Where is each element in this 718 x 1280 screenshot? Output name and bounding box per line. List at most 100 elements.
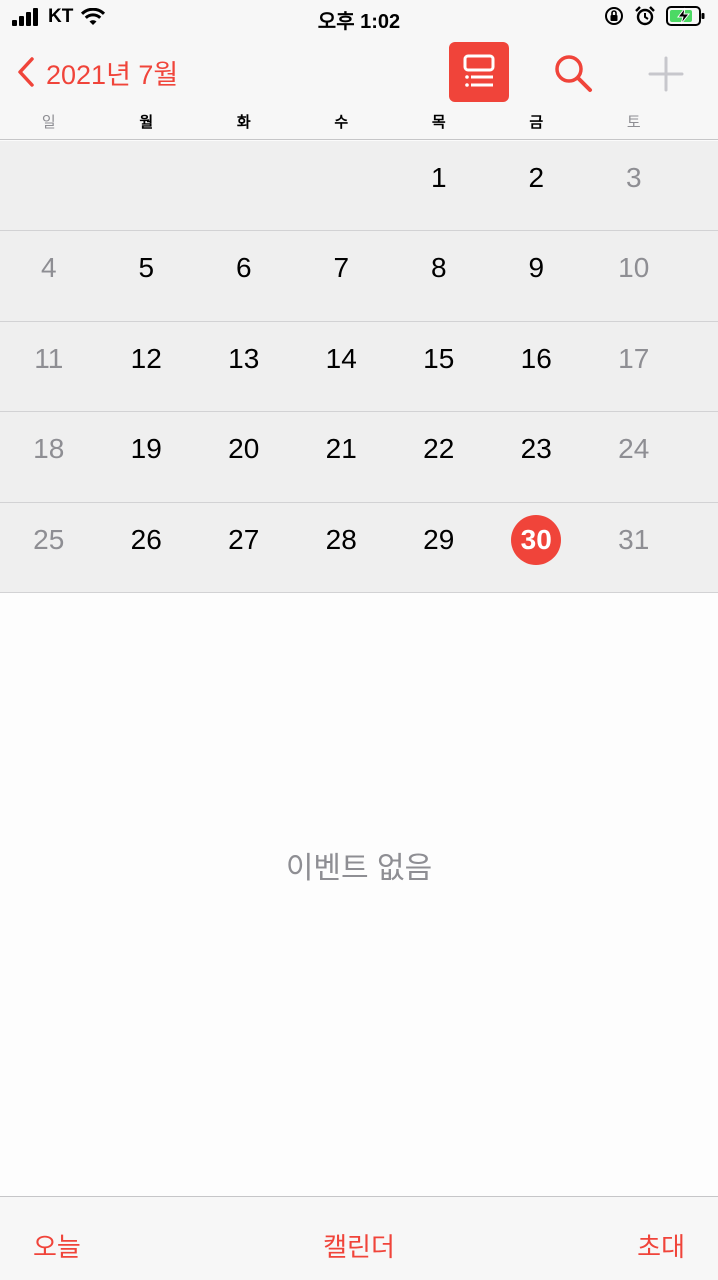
weekday-header: 일 월 화 수 목 금 토: [0, 106, 718, 140]
day-cell[interactable]: 12: [98, 322, 196, 411]
weekday-label: 토: [626, 114, 641, 131]
week-row: 1 2 3: [0, 141, 718, 232]
day-number: 6: [235, 252, 252, 284]
day-number: 28: [325, 523, 357, 555]
day-cell[interactable]: 11: [0, 322, 98, 411]
day-cell[interactable]: 28: [293, 503, 391, 592]
weekday-label: 수: [334, 114, 349, 131]
day-cell[interactable]: 1: [390, 141, 488, 230]
nav-bar: 2021년 7월: [0, 36, 718, 106]
day-number: 11: [34, 342, 64, 374]
inbox-button[interactable]: 초대: [637, 1227, 685, 1264]
battery-charging-icon: [666, 6, 705, 26]
day-cell[interactable]: 3: [585, 141, 683, 230]
day-cell[interactable]: 17: [585, 322, 683, 411]
day-cell[interactable]: 14: [293, 322, 391, 411]
day-number: 31: [618, 523, 650, 555]
day-cell[interactable]: 19: [98, 412, 196, 501]
day-number: 14: [325, 342, 357, 374]
day-number: 12: [130, 342, 162, 374]
chevron-left-icon: [18, 57, 34, 87]
search-icon: [555, 55, 592, 92]
weekday-label: 일: [41, 114, 56, 131]
calendar-app: KT 오후 1:02 2021년 7월 일 월 화 수 목 금 토 1 2 3 …: [0, 0, 718, 1280]
day-number: 10: [618, 252, 650, 284]
day-cell[interactable]: 8: [390, 231, 488, 320]
week-row: 18 19 20 21 22 23 24: [0, 412, 718, 503]
day-cell-empty: [98, 141, 196, 230]
day-number: 1: [430, 162, 447, 193]
day-cell[interactable]: 7: [293, 231, 391, 320]
week-row: 25 26 27 28 29 30 31: [0, 503, 718, 593]
day-cell[interactable]: 31: [585, 503, 683, 592]
status-bar: KT 오후 1:02: [0, 0, 718, 36]
week-row: 11 12 13 14 15 16 17: [0, 322, 718, 413]
no-events-label: 이벤트 없음: [285, 852, 433, 885]
day-number: 20: [228, 433, 260, 465]
day-cell[interactable]: 24: [585, 412, 683, 501]
day-cell[interactable]: 25: [0, 503, 98, 592]
day-cell[interactable]: 13: [195, 322, 293, 411]
day-number: [24, 153, 74, 203]
day-cell-empty: [293, 141, 391, 230]
day-number: 2: [528, 162, 545, 193]
day-number: 7: [333, 252, 350, 284]
day-number: [219, 153, 269, 203]
day-cell[interactable]: 6: [195, 231, 293, 320]
day-number: 17: [618, 342, 650, 374]
day-number: 16: [520, 342, 552, 374]
bottom-toolbar: 오늘 캘린더 초대: [0, 1196, 718, 1280]
day-cell[interactable]: 16: [488, 322, 586, 411]
day-number: 22: [423, 433, 455, 465]
day-number: 5: [138, 252, 155, 284]
day-cell[interactable]: 5: [98, 231, 196, 320]
day-cell-today[interactable]: 30: [488, 503, 586, 592]
search-button[interactable]: [552, 52, 594, 94]
day-cell-empty: [195, 141, 293, 230]
day-cell[interactable]: 23: [488, 412, 586, 501]
day-cell[interactable]: 18: [0, 412, 98, 501]
weekday-label: 월: [139, 114, 154, 131]
day-number: 9: [528, 252, 545, 284]
month-grid: 1 2 3 4 5 6 7 8 9 10 11 12 13 14 15 16 1…: [0, 141, 718, 593]
day-cell[interactable]: 29: [390, 503, 488, 592]
day-number: 23: [520, 433, 552, 465]
day-number: 15: [423, 342, 455, 374]
day-cell[interactable]: 9: [488, 231, 586, 320]
back-to-year-button[interactable]: 2021년 7월: [16, 52, 178, 92]
day-cell[interactable]: 4: [0, 231, 98, 320]
day-number: 21: [325, 433, 357, 465]
alarm-icon: [635, 6, 655, 26]
event-list: 이벤트 없음: [0, 593, 718, 1196]
add-event-button[interactable]: [644, 52, 688, 96]
day-cell[interactable]: 21: [293, 412, 391, 501]
day-cell[interactable]: 15: [390, 322, 488, 411]
day-number: 4: [40, 252, 57, 284]
day-cell-empty: [0, 141, 98, 230]
orientation-lock-icon: [605, 7, 623, 25]
day-cell[interactable]: 20: [195, 412, 293, 501]
day-cell[interactable]: 2: [488, 141, 586, 230]
day-number: 26: [130, 523, 162, 555]
today-day-number: 30: [511, 514, 562, 565]
day-number: 25: [33, 523, 65, 555]
day-cell[interactable]: 27: [195, 503, 293, 592]
plus-icon: [648, 56, 684, 92]
day-number: 18: [33, 433, 65, 465]
day-number: 3: [625, 162, 642, 193]
list-view-toggle-button[interactable]: [449, 42, 509, 102]
day-number: 8: [430, 252, 447, 284]
day-number: 24: [618, 433, 650, 465]
weekday-label: 화: [236, 114, 251, 131]
weekday-label: 금: [529, 114, 544, 131]
day-number: 29: [423, 523, 455, 555]
weekday-label: 목: [431, 114, 446, 131]
day-number: 13: [228, 342, 260, 374]
day-number: [121, 153, 171, 203]
day-number: 27: [228, 523, 260, 555]
day-number: [316, 153, 366, 203]
day-cell[interactable]: 22: [390, 412, 488, 501]
day-cell[interactable]: 10: [585, 231, 683, 320]
day-cell[interactable]: 26: [98, 503, 196, 592]
calendars-button[interactable]: 캘린더: [0, 1227, 718, 1264]
